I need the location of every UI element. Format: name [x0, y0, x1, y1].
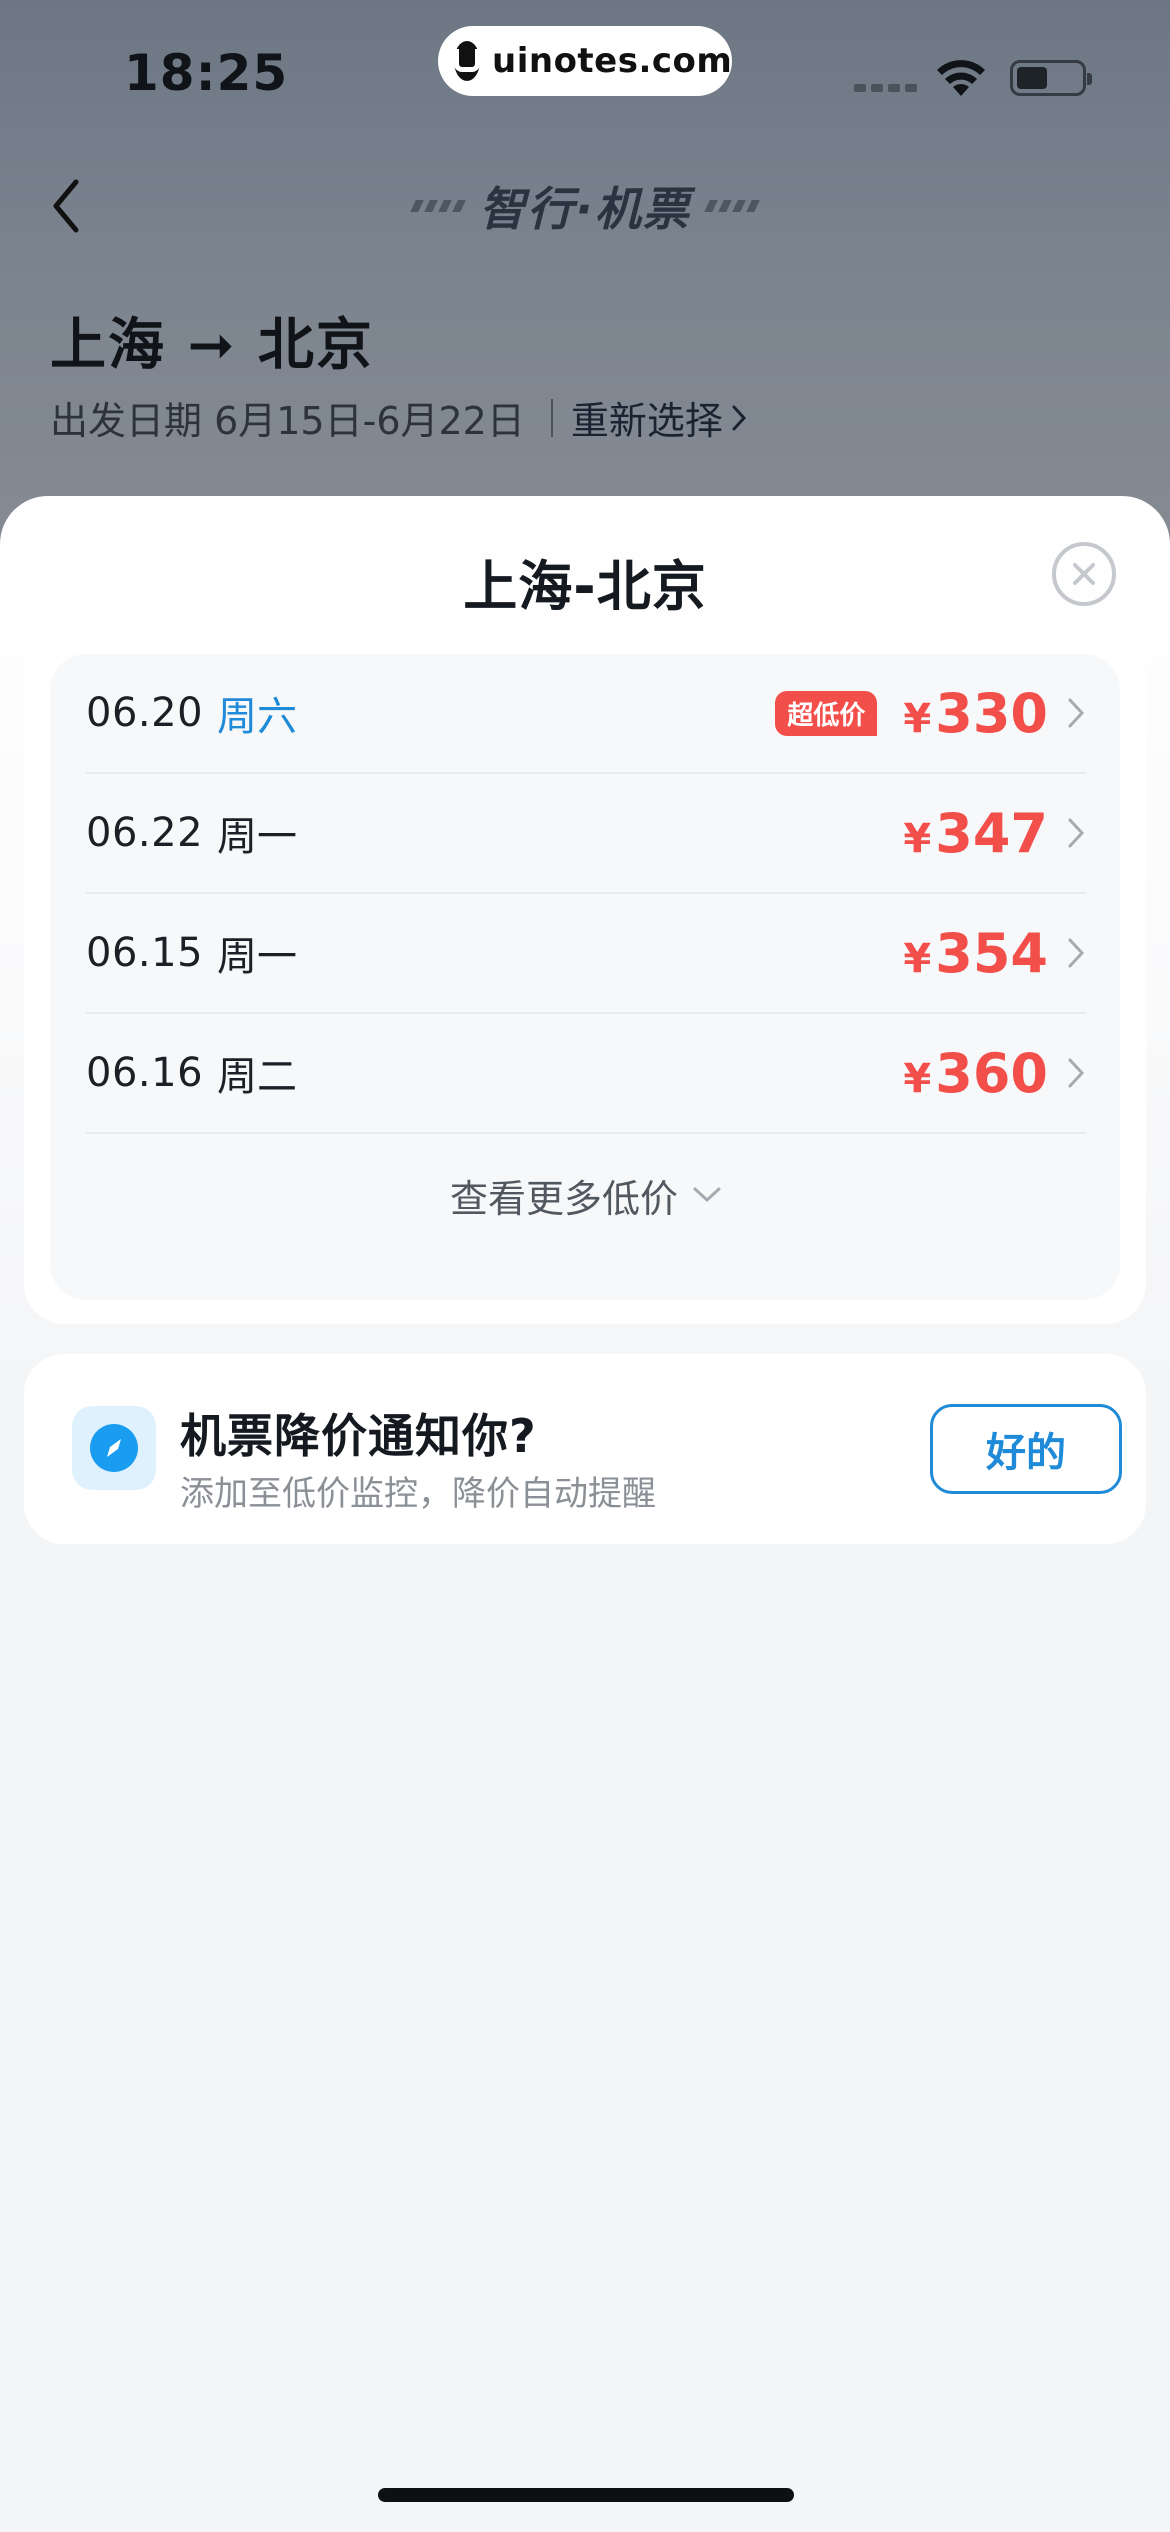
- price-amount: 330: [935, 681, 1048, 745]
- chevron-left-icon: [53, 179, 79, 233]
- price-sheet: 上海-北京 06.20 周六 超低价 ¥ 330 06.22 周一 ¥ 347 …: [0, 496, 1170, 2532]
- more-low-prices-label: 查看更多低价: [449, 1176, 678, 1221]
- decor-stripes: [703, 200, 760, 212]
- close-icon: [1073, 563, 1095, 585]
- low-price-card: 06.20 周六 超低价 ¥ 330 06.22 周一 ¥ 347 06.15 …: [24, 624, 1146, 1324]
- uinotes-logo-icon: [454, 41, 480, 81]
- price-row-0620[interactable]: 06.20 周六 超低价 ¥ 330: [86, 654, 1086, 774]
- home-indicator: [378, 2488, 794, 2502]
- reselect-label: 重新选择: [570, 399, 723, 443]
- price-alert-title: 机票降价通知你?: [180, 1409, 537, 1463]
- url-text: uinotes.com: [492, 41, 733, 81]
- chevron-down-icon: [693, 1187, 721, 1203]
- date-row: 出发日期 6月15日-6月22日 重新选择: [50, 390, 747, 445]
- price-date: 06.16: [86, 1050, 204, 1096]
- wifi-icon: [937, 60, 985, 96]
- price-right: 超低价 ¥ 330: [775, 682, 1086, 745]
- price-value: ¥ 354: [903, 922, 1048, 985]
- price-weekday: 周六: [217, 694, 298, 740]
- price-date: 06.20: [86, 690, 204, 736]
- price-row-0622[interactable]: 06.22 周一 ¥ 347: [86, 774, 1086, 894]
- price-value: ¥ 360: [903, 1042, 1048, 1105]
- more-low-prices-button[interactable]: 查看更多低价: [86, 1136, 1086, 1254]
- url-pill: uinotes.com: [438, 26, 732, 96]
- price-weekday: 周一: [217, 814, 298, 860]
- close-button[interactable]: [1052, 542, 1116, 606]
- price-alert-card: 机票降价通知你? 添加至低价监控，降价自动提醒 好的: [24, 1354, 1146, 1544]
- price-amount: 354: [935, 921, 1048, 985]
- chevron-right-icon: [1068, 1058, 1085, 1088]
- price-right: ¥ 360: [903, 1042, 1086, 1105]
- price-amount: 347: [935, 801, 1048, 865]
- super-low-badge: 超低价: [775, 690, 878, 736]
- decor-stripes: [410, 200, 467, 212]
- back-button[interactable]: [40, 176, 90, 236]
- date-label: 出发日期 6月15日-6月22日: [50, 399, 525, 443]
- nav-title-wrap: 智行·机票: [380, 176, 790, 236]
- currency-symbol: ¥: [903, 815, 932, 862]
- ok-button[interactable]: 好的: [930, 1404, 1122, 1494]
- price-weekday: 周二: [217, 1054, 298, 1100]
- background-page: 18:25 uinotes.com 智行·机票 上海 ➞ 北京 出发日期 6月1…: [0, 0, 1170, 560]
- price-date: 06.15: [86, 930, 204, 976]
- nav-title: 智行·机票: [479, 182, 691, 236]
- chevron-right-icon: [1068, 698, 1085, 728]
- low-price-list: 06.20 周六 超低价 ¥ 330 06.22 周一 ¥ 347 06.15 …: [50, 654, 1120, 1300]
- sheet-title: 上海-北京: [463, 555, 707, 618]
- price-row-0616[interactable]: 06.16 周二 ¥ 360: [86, 1014, 1086, 1134]
- battery-icon: [1010, 60, 1092, 96]
- price-row-0615[interactable]: 06.15 周一 ¥ 354: [86, 894, 1086, 1014]
- price-date: 06.22: [86, 810, 204, 856]
- route-title: 上海 ➞ 北京: [50, 313, 374, 378]
- chevron-right-icon: [1068, 818, 1085, 848]
- status-time: 18:25: [124, 44, 289, 102]
- signal-icon: [854, 84, 917, 92]
- compass-icon: [72, 1406, 156, 1490]
- chevron-right-icon: [732, 405, 746, 430]
- price-value: ¥ 330: [903, 682, 1048, 745]
- price-right: ¥ 354: [903, 922, 1086, 985]
- price-right: ¥ 347: [903, 802, 1086, 865]
- divider: [550, 398, 553, 437]
- price-value: ¥ 347: [903, 802, 1048, 865]
- price-weekday: 周一: [217, 934, 298, 980]
- price-amount: 360: [935, 1041, 1048, 1105]
- currency-symbol: ¥: [903, 1055, 932, 1102]
- price-alert-subtitle: 添加至低价监控，降价自动提醒: [180, 1474, 656, 1514]
- currency-symbol: ¥: [903, 695, 932, 742]
- reselect-link[interactable]: 重新选择: [571, 390, 747, 445]
- status-bar: 18:25 uinotes.com: [0, 0, 1170, 150]
- chevron-right-icon: [1068, 938, 1085, 968]
- currency-symbol: ¥: [903, 935, 932, 982]
